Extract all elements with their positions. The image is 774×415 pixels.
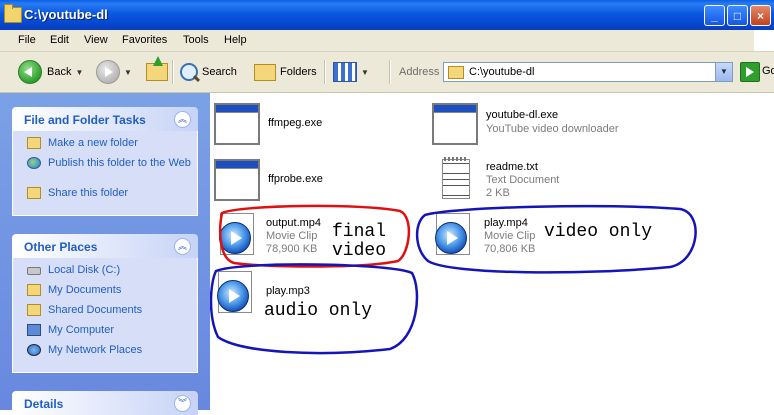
panel-body: Local Disk (C:) My Documents Shared Docu… (12, 258, 198, 373)
annotation-overlay (210, 204, 697, 355)
menu-bar: File Edit View Favorites Tools Help (0, 30, 774, 52)
address-value: C:\youtube-dl (469, 66, 535, 78)
local-disk-icon (27, 267, 41, 275)
menu-tools[interactable]: Tools (183, 34, 209, 46)
my-computer-icon (27, 324, 41, 336)
publish-web-icon (27, 157, 41, 169)
task-label: Publish this folder to the Web (48, 157, 191, 169)
panel-title: Other Places (24, 240, 98, 254)
place-label: My Computer (48, 324, 115, 336)
minimize-button[interactable]: _ (704, 5, 725, 26)
windows-logo-icon (754, 30, 774, 51)
up-folder-button[interactable] (146, 56, 168, 84)
toolbar-separator (389, 60, 391, 84)
publish-folder-link[interactable]: Publish this folder to the Web (13, 157, 197, 187)
place-label: Local Disk (C:) (48, 264, 121, 276)
panel-header[interactable]: Other Places ︽ (12, 234, 198, 258)
chevron-down-icon: ▼ (75, 67, 84, 77)
title-bar: C:\youtube-dl _ □ × (0, 0, 774, 30)
menu-help[interactable]: Help (224, 34, 247, 46)
forward-button[interactable]: ▼ (96, 60, 132, 84)
folder-up-icon (146, 56, 168, 81)
local-disk-link[interactable]: Local Disk (C:) (13, 264, 197, 284)
place-label: Shared Documents (48, 304, 143, 316)
forward-arrow-icon (96, 60, 120, 84)
panel-title: File and Folder Tasks (24, 113, 146, 127)
task-pane: File and Folder Tasks ︽ Make a new folde… (0, 93, 210, 415)
panel-body: Make a new folder Publish this folder to… (12, 131, 198, 216)
toolbar-separator (324, 60, 326, 84)
folder-icon (4, 4, 22, 23)
back-label: Back (47, 66, 72, 78)
folder-icon (448, 65, 464, 79)
panel-title: Details (24, 397, 64, 411)
folders-label: Folders (280, 66, 317, 78)
chevron-down-icon[interactable]: ▼ (715, 63, 732, 81)
address-bar[interactable]: C:\youtube-dl ▼ (443, 62, 733, 82)
chevron-down-icon: ▼ (361, 67, 369, 77)
go-label[interactable]: Go (762, 65, 774, 77)
my-documents-icon (27, 284, 41, 296)
menu-edit[interactable]: Edit (50, 34, 69, 46)
back-button[interactable]: Back ▼ (18, 60, 83, 84)
my-documents-link[interactable]: My Documents (13, 284, 197, 304)
go-arrow-icon[interactable] (740, 62, 760, 82)
views-icon (333, 62, 357, 82)
menu-view[interactable]: View (84, 34, 108, 46)
close-button[interactable]: × (750, 5, 771, 26)
search-button[interactable]: Search (180, 60, 237, 84)
shared-documents-link[interactable]: Shared Documents (13, 304, 197, 324)
other-places-panel: Other Places ︽ Local Disk (C:) My Docume… (12, 234, 198, 373)
make-new-folder-link[interactable]: Make a new folder (13, 137, 197, 157)
menu-file[interactable]: File (18, 34, 36, 46)
collapse-chevron-icon[interactable]: ︽ (174, 238, 191, 255)
window-title: C:\youtube-dl (24, 7, 108, 22)
back-arrow-icon (18, 60, 42, 84)
menu-favorites[interactable]: Favorites (122, 34, 167, 46)
search-icon (180, 63, 198, 81)
task-label: Share this folder (48, 187, 129, 199)
folders-icon (254, 63, 276, 81)
place-label: My Network Places (48, 344, 143, 356)
share-folder-icon (27, 187, 41, 199)
annotation-audio-only: audio only (264, 301, 373, 321)
new-folder-icon (27, 137, 41, 149)
panel-header[interactable]: File and Folder Tasks ︽ (12, 107, 198, 131)
address-label: Address (399, 66, 440, 78)
maximize-button[interactable]: □ (727, 5, 748, 26)
toolbar-separator (172, 60, 174, 84)
network-places-icon (27, 344, 41, 356)
file-folder-tasks-panel: File and Folder Tasks ︽ Make a new folde… (12, 107, 198, 216)
expand-chevron-icon[interactable]: ︾ (174, 395, 191, 412)
my-computer-link[interactable]: My Computer (13, 324, 197, 344)
annotation-video-only: video only (544, 222, 653, 242)
chevron-down-icon: ▼ (124, 67, 132, 77)
panel-header[interactable]: Details ︾ (12, 391, 198, 415)
toolbar: Back ▼ ▼ Search Folders ▼ Address C:\you… (0, 52, 774, 93)
share-folder-link[interactable]: Share this folder (13, 187, 197, 207)
annotation-final-video: final video (332, 222, 387, 261)
file-list: ffmpeg.exe youtube-dl.exe YouTube video … (210, 93, 774, 410)
search-label: Search (202, 66, 237, 78)
my-network-places-link[interactable]: My Network Places (13, 344, 197, 364)
shared-documents-icon (27, 304, 41, 316)
place-label: My Documents (48, 284, 122, 296)
details-panel: Details ︾ (12, 391, 198, 415)
folders-button[interactable]: Folders (254, 60, 317, 84)
task-label: Make a new folder (48, 137, 138, 149)
views-button[interactable]: ▼ (333, 60, 369, 84)
collapse-chevron-icon[interactable]: ︽ (174, 111, 191, 128)
